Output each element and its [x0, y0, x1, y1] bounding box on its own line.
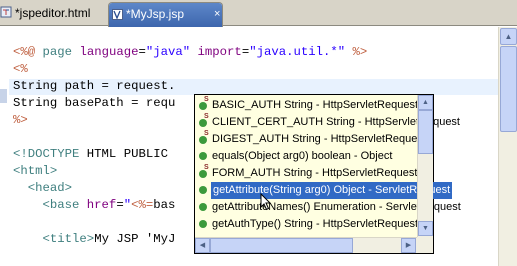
static-marker: S — [204, 96, 209, 103]
completion-label: BASIC_AUTH String - HttpServletRequest — [212, 99, 419, 111]
code-token: import — [197, 45, 242, 59]
code-token: = — [138, 45, 146, 59]
completion-item[interactable]: S BASIC_AUTH String - HttpServletRequest — [198, 96, 419, 114]
static-marker: S — [204, 130, 209, 137]
scrollbar-corner — [417, 237, 433, 253]
scrollbar-thumb[interactable] — [418, 110, 433, 154]
scroll-left-icon[interactable]: ◀ — [195, 238, 210, 253]
code-token: %> — [13, 113, 28, 127]
code-line: String path = request. — [13, 78, 175, 94]
tab-myjsp-jsp[interactable]: *MyJsp.jsp × — [108, 2, 223, 27]
method-icon — [199, 186, 207, 194]
scroll-up-icon[interactable]: ▲ — [500, 28, 517, 45]
code-line: <base href="<%=bas — [13, 197, 176, 213]
completion-item[interactable]: S DIGEST_AUTH String - HttpServletRequest — [198, 130, 426, 148]
code-token: <base — [13, 198, 87, 212]
code-token: String basePath = requ — [13, 96, 176, 110]
code-token: <%= — [131, 198, 154, 212]
editor-vertical-scrollbar[interactable]: ▲ — [498, 27, 517, 266]
code-line: <html> — [13, 163, 57, 179]
popup-vertical-scrollbar[interactable]: ▲ ▼ — [417, 95, 433, 237]
editor-tab-bar: *jspeditor.html *MyJsp.jsp × — [0, 0, 517, 27]
completion-label: equals(Object arg0) boolean - Object — [212, 150, 393, 162]
completion-item[interactable]: S CLIENT_CERT_AUTH String - HttpServletRe… — [198, 113, 460, 131]
scroll-right-icon[interactable]: ▶ — [401, 238, 416, 253]
method-icon — [199, 152, 207, 160]
code-line: %> — [13, 112, 28, 128]
scrollbar-thumb[interactable] — [500, 46, 517, 132]
popup-horizontal-scrollbar[interactable]: ◀ ▶ — [195, 237, 417, 253]
code-token: " — [123, 198, 132, 212]
close-icon[interactable]: × — [214, 9, 224, 20]
html-file-icon — [0, 6, 12, 18]
method-icon — [199, 220, 207, 228]
code-token: = — [116, 198, 124, 212]
code-line: <% — [13, 61, 28, 77]
completion-item[interactable]: equals(Object arg0) boolean - Object — [198, 148, 416, 165]
code-token: <%@ — [13, 45, 43, 59]
completion-item[interactable]: getAttribute(String arg0) Object - Servl… — [198, 182, 453, 199]
code-token: %> — [352, 45, 368, 59]
static-marker: S — [204, 164, 209, 171]
code-token: "java.util.*" — [249, 45, 353, 59]
code-token: language — [79, 45, 139, 59]
code-token: String path = request. — [13, 79, 176, 93]
completion-item[interactable]: getAttributeNames() Enumeration - Servle… — [198, 199, 461, 216]
code-token: page — [42, 45, 80, 59]
code-token: <!DOCTYPE — [13, 147, 87, 161]
scroll-down-icon[interactable]: ▼ — [418, 221, 433, 236]
static-marker: S — [204, 113, 209, 120]
code-line: <head> — [13, 180, 72, 196]
jsp-file-icon — [112, 9, 123, 20]
code-token: <% — [13, 62, 28, 76]
change-marker — [0, 89, 7, 103]
annotation-ruler — [0, 27, 9, 266]
completion-label: DIGEST_AUTH String - HttpServletRequest — [212, 133, 426, 145]
completion-label: getAuthType() String - HttpServletReques… — [212, 218, 419, 230]
content-assist-popup[interactable]: S BASIC_AUTH String - HttpServletRequest S… — [194, 94, 461, 254]
code-token: My JSP 'MyJ — [94, 232, 176, 246]
completion-item[interactable]: getAuthType() String - HttpServletReques… — [198, 216, 419, 233]
code-token: bas — [153, 198, 176, 212]
method-icon — [199, 203, 207, 211]
scrollbar-thumb[interactable] — [210, 238, 353, 253]
code-line: <!DOCTYPE HTML PUBLIC — [13, 146, 168, 162]
code-token: <html> — [13, 164, 58, 178]
code-token: "java" — [145, 45, 198, 59]
code-token: href — [86, 198, 117, 212]
code-token: HTML PUBLIC — [86, 147, 168, 161]
completion-item[interactable]: S FORM_AUTH String - HttpServletRequest — [198, 164, 418, 182]
scroll-up-icon[interactable]: ▲ — [418, 95, 433, 110]
code-token: <title> — [13, 232, 95, 246]
code-line: <%@ page language="java" import="java.ut… — [13, 44, 367, 60]
code-line: <title>My JSP 'MyJ — [13, 231, 176, 247]
code-token: <head> — [13, 181, 73, 195]
completion-label: FORM_AUTH String - HttpServletRequest — [212, 167, 418, 179]
tab-label: *jspeditor.html — [15, 6, 91, 20]
code-line: String basePath = requ — [13, 95, 175, 111]
tab-jspeditor-html[interactable]: *jspeditor.html — [0, 2, 106, 26]
mouse-cursor-icon — [260, 193, 272, 211]
tab-label: *MyJsp.jsp — [126, 7, 185, 21]
